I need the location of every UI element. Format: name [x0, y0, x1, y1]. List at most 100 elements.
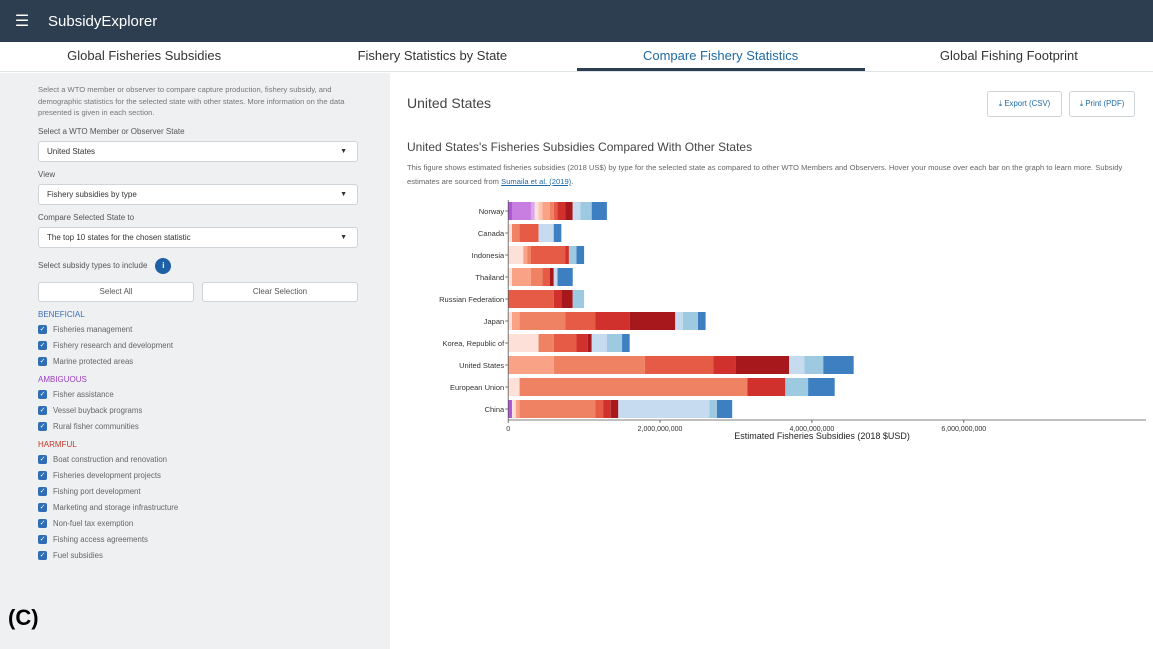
- bar-segment[interactable]: [511, 400, 516, 418]
- checkbox-marine-protected-areas[interactable]: ✓ Marine protected areas: [38, 356, 360, 367]
- bar-segment[interactable]: [530, 268, 543, 286]
- app-title[interactable]: SubsidyExplorer: [48, 13, 157, 30]
- bar-segment[interactable]: [553, 356, 645, 374]
- bar-segment[interactable]: [519, 312, 566, 330]
- bar-segment[interactable]: [603, 400, 611, 418]
- tab-fishery-statistics-by-state[interactable]: Fishery Statistics by State: [288, 42, 576, 71]
- bar-segment[interactable]: [595, 312, 630, 330]
- bar-segment[interactable]: [576, 246, 585, 264]
- bar-segment[interactable]: [735, 356, 790, 374]
- checkbox-checked-icon[interactable]: ✓: [38, 486, 47, 496]
- checkbox-checked-icon[interactable]: ✓: [38, 405, 47, 415]
- bar-segment[interactable]: [804, 356, 824, 374]
- bar-segment[interactable]: [542, 268, 550, 286]
- bar-segment[interactable]: [576, 334, 588, 352]
- bar-segment[interactable]: [565, 202, 573, 220]
- bar-segment[interactable]: [716, 400, 733, 418]
- info-icon[interactable]: i: [155, 257, 172, 274]
- bar-segment[interactable]: [591, 202, 607, 220]
- checkbox-fisher-assistance[interactable]: ✓ Fisher assistance: [38, 389, 360, 400]
- bar-segment[interactable]: [519, 378, 748, 396]
- tab-compare-fishery-statistics[interactable]: Compare Fishery Statistics: [576, 42, 865, 71]
- checkbox-fisheries-development[interactable]: ✓ Fisheries development projects: [38, 470, 360, 481]
- checkbox-fishing-access[interactable]: ✓ Fishing access agreements: [38, 534, 360, 545]
- bar-segment[interactable]: [553, 202, 558, 220]
- checkbox-marketing-storage[interactable]: ✓ Marketing and storage infrastructure: [38, 502, 360, 513]
- print-pdf-button[interactable]: ⤓ Print (PDF): [1069, 91, 1135, 117]
- export-csv-button[interactable]: ⤓ Export (CSV): [987, 91, 1062, 117]
- bar-segment[interactable]: [530, 202, 535, 220]
- bar-segment[interactable]: [561, 290, 573, 308]
- hamburger-icon[interactable]: ☰: [0, 11, 44, 31]
- bar-segment[interactable]: [508, 290, 554, 308]
- bar-segment[interactable]: [538, 224, 554, 242]
- bar-segment[interactable]: [508, 334, 539, 352]
- bar-segment[interactable]: [675, 312, 683, 330]
- bar-segment[interactable]: [618, 400, 710, 418]
- bar-segment[interactable]: [610, 400, 619, 418]
- bar-segment[interactable]: [565, 246, 569, 264]
- bar-segment[interactable]: [530, 246, 566, 264]
- checkbox-checked-icon[interactable]: ✓: [38, 470, 47, 480]
- bar-segment[interactable]: [508, 224, 512, 242]
- bar-segment[interactable]: [682, 312, 699, 330]
- bar-segment[interactable]: [527, 246, 531, 264]
- checkbox-boat-construction[interactable]: ✓ Boat construction and renovation: [38, 454, 360, 465]
- bar-segment[interactable]: [698, 312, 706, 330]
- bar-segment[interactable]: [549, 268, 554, 286]
- bar-segment[interactable]: [553, 290, 562, 308]
- bar-segment[interactable]: [595, 400, 604, 418]
- select-all-button[interactable]: Select All: [38, 281, 194, 302]
- checkbox-rural-fisher-communities[interactable]: ✓ Rural fisher communities: [38, 421, 360, 432]
- bar-segment[interactable]: [553, 334, 577, 352]
- bar-segment[interactable]: [713, 356, 736, 374]
- bar-segment[interactable]: [557, 202, 566, 220]
- bar-segment[interactable]: [508, 378, 520, 396]
- bar-segment[interactable]: [508, 356, 554, 374]
- checkbox-checked-icon[interactable]: ✓: [38, 324, 47, 334]
- bar-segment[interactable]: [511, 202, 531, 220]
- bar-segment[interactable]: [511, 268, 531, 286]
- checkbox-checked-icon[interactable]: ✓: [38, 340, 47, 350]
- bar-segment[interactable]: [572, 290, 585, 308]
- bar-segment[interactable]: [644, 356, 714, 374]
- bar-segment[interactable]: [591, 334, 607, 352]
- bar-segment[interactable]: [523, 246, 528, 264]
- view-select[interactable]: Fishery subsidies by type ▼: [38, 183, 358, 205]
- bar-segment[interactable]: [508, 268, 512, 286]
- bar-segment[interactable]: [565, 312, 596, 330]
- sumaila-link[interactable]: Sumaila et al. (2019): [501, 177, 571, 186]
- bar-segment[interactable]: [553, 224, 562, 242]
- bar-segment[interactable]: [557, 268, 573, 286]
- bar-segment[interactable]: [549, 202, 554, 220]
- compare-select[interactable]: The top 10 states for the chosen statist…: [38, 226, 358, 248]
- checkbox-non-fuel-tax[interactable]: ✓ Non-fuel tax exemption: [38, 518, 360, 529]
- checkbox-fishery-research[interactable]: ✓ Fishery research and development: [38, 340, 360, 351]
- bar-segment[interactable]: [538, 202, 543, 220]
- bar-segment[interactable]: [508, 246, 524, 264]
- bar-segment[interactable]: [515, 400, 520, 418]
- bar-segment[interactable]: [519, 224, 539, 242]
- bar-segment[interactable]: [511, 224, 520, 242]
- bar-segment[interactable]: [508, 202, 512, 220]
- bar-segment[interactable]: [542, 202, 550, 220]
- bar-segment[interactable]: [823, 356, 854, 374]
- tab-global-fisheries-subsidies[interactable]: Global Fisheries Subsidies: [0, 42, 288, 71]
- bar-segment[interactable]: [572, 202, 581, 220]
- checkbox-checked-icon[interactable]: ✓: [38, 454, 47, 464]
- bar-segment[interactable]: [508, 400, 512, 418]
- bar-segment[interactable]: [747, 378, 786, 396]
- bar-segment[interactable]: [538, 334, 554, 352]
- bar-segment[interactable]: [785, 378, 809, 396]
- checkbox-checked-icon[interactable]: ✓: [38, 534, 47, 544]
- bar-segment[interactable]: [629, 312, 676, 330]
- state-select[interactable]: United States ▼: [38, 140, 358, 162]
- clear-selection-button[interactable]: Clear Selection: [202, 281, 358, 302]
- checkbox-checked-icon[interactable]: ✓: [38, 421, 47, 431]
- checkbox-checked-icon[interactable]: ✓: [38, 389, 47, 399]
- checkbox-checked-icon[interactable]: ✓: [38, 356, 47, 366]
- checkbox-fishing-port-development[interactable]: ✓ Fishing port development: [38, 486, 360, 497]
- bar-segment[interactable]: [587, 334, 592, 352]
- bar-segment[interactable]: [511, 312, 520, 330]
- checkbox-fuel-subsidies[interactable]: ✓ Fuel subsidies: [38, 550, 360, 561]
